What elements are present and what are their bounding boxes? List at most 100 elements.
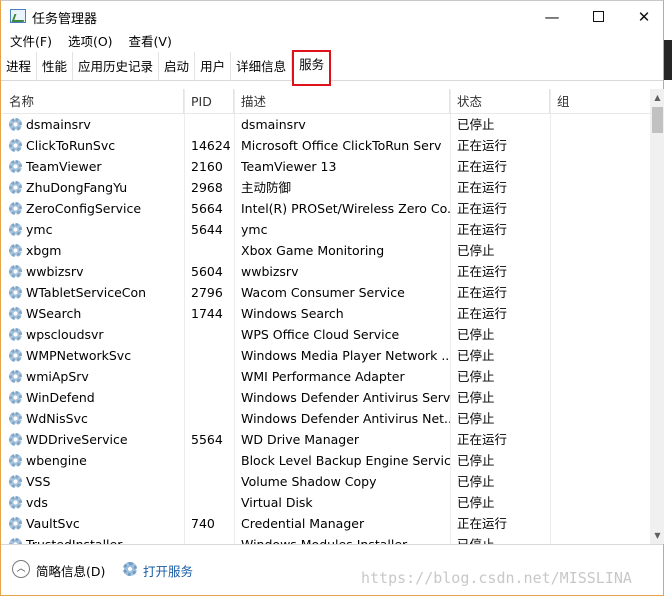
- table-row[interactable]: dsmainsrv dsmainsrv 已停止: [2, 114, 650, 135]
- table-row[interactable]: WSearch 1744 Windows Search 正在运行: [2, 303, 650, 324]
- service-group: [550, 324, 650, 345]
- table-row[interactable]: ymc 5644 ymc 正在运行: [2, 219, 650, 240]
- menu-options[interactable]: 选项(O): [59, 32, 120, 52]
- table-row[interactable]: ZeroConfigService 5664 Intel(R) PROSet/Wir…: [2, 198, 650, 219]
- table-row[interactable]: wpscloudsvr WPS Office Cloud Service 已停止: [2, 324, 650, 345]
- service-description: Credential Manager: [241, 516, 365, 531]
- service-description: Microsoft Office ClickToRun Serv: [241, 138, 442, 153]
- services-table: 名称 PID 描述 状态 组 ⌃ dsmainsrv dsmainsrv 已停止 Cl…: [2, 89, 650, 544]
- service-group: [550, 408, 650, 429]
- service-status: 已停止: [457, 117, 495, 132]
- table-row[interactable]: ClickToRunSvc 14624 Microsoft Office Click…: [2, 135, 650, 156]
- table-row[interactable]: wmiApSrv WMI Performance Adapter 已停止: [2, 366, 650, 387]
- service-name: wmiApSrv: [26, 369, 89, 384]
- table-row[interactable]: WinDefend Windows Defender Antivirus Serv…: [2, 387, 650, 408]
- service-pid: [184, 450, 234, 471]
- service-description: Virtual Disk: [241, 495, 313, 510]
- service-status: 正在运行: [457, 159, 508, 174]
- service-pid: 2160: [191, 159, 223, 174]
- service-group: [550, 282, 650, 303]
- scroll-up-arrow-icon[interactable]: ▲: [650, 89, 665, 106]
- service-status: 已停止: [457, 495, 495, 510]
- service-name: ClickToRunSvc: [26, 138, 116, 153]
- service-status: 正在运行: [457, 432, 508, 447]
- service-description: WD Drive Manager: [241, 432, 360, 447]
- service-name: ymc: [26, 222, 53, 237]
- service-description: wwbizsrv: [241, 264, 299, 279]
- table-row[interactable]: xbgm Xbox Game Monitoring 已停止: [2, 240, 650, 261]
- service-description: ymc: [241, 222, 268, 237]
- scroll-down-arrow-icon[interactable]: ▼: [650, 527, 665, 544]
- tab-app-history[interactable]: 应用历史记录: [73, 52, 160, 81]
- service-pid: 2796: [191, 285, 223, 300]
- service-description: Intel(R) PROSet/Wireless Zero Co...: [241, 201, 450, 216]
- table-row[interactable]: WdNisSvc Windows Defender Antivirus Net..…: [2, 408, 650, 429]
- service-group: [550, 240, 650, 261]
- maximize-button[interactable]: [575, 1, 621, 32]
- service-description: Windows Defender Antivirus Serv: [241, 390, 450, 405]
- service-description: Windows Media Player Network ...: [241, 348, 450, 363]
- table-row[interactable]: WDDriveService 5564 WD Drive Manager 正在运行: [2, 429, 650, 450]
- table-row[interactable]: wwbizsrv 5604 wwbizsrv 正在运行: [2, 261, 650, 282]
- service-group: [550, 513, 650, 534]
- open-services-link[interactable]: 打开服务: [143, 561, 193, 580]
- service-status: 正在运行: [457, 264, 508, 279]
- service-name: wwbizsrv: [26, 264, 84, 279]
- service-pid: [184, 324, 234, 345]
- service-status: 正在运行: [457, 516, 508, 531]
- table-row[interactable]: VSS Volume Shadow Copy 已停止: [2, 471, 650, 492]
- service-status: 已停止: [457, 348, 495, 363]
- vertical-scrollbar[interactable]: ▲ ▼: [650, 89, 665, 544]
- table-row[interactable]: WMPNetworkSvc Windows Media Player Networ…: [2, 345, 650, 366]
- service-name: dsmainsrv: [26, 117, 91, 132]
- service-group: [550, 135, 650, 156]
- service-group: [550, 471, 650, 492]
- chevron-up-circle-icon[interactable]: ︿: [12, 560, 30, 578]
- table-row[interactable]: vds Virtual Disk 已停止: [2, 492, 650, 513]
- close-button[interactable]: ✕: [621, 1, 667, 32]
- minimize-icon: —: [544, 7, 560, 26]
- menu-bar: 文件(F) 选项(O) 查看(V): [1, 32, 663, 52]
- minimize-button[interactable]: —: [529, 1, 575, 32]
- table-row[interactable]: ZhuDongFangYu 2968 主动防御 正在运行: [2, 177, 650, 198]
- service-group: [550, 492, 650, 513]
- tab-startup[interactable]: 启动: [159, 52, 196, 81]
- column-header-pid[interactable]: PID: [184, 89, 234, 114]
- background-dark-block: [664, 40, 672, 80]
- service-status: 已停止: [457, 474, 495, 489]
- table-row[interactable]: wbengine Block Level Backup Engine Servic…: [2, 450, 650, 471]
- table-row[interactable]: WTabletServiceCon 2796 Wacom Consumer Serv…: [2, 282, 650, 303]
- tab-services[interactable]: 服务: [292, 50, 332, 86]
- scrollbar-thumb[interactable]: [652, 107, 663, 133]
- tab-processes[interactable]: 进程: [1, 52, 38, 81]
- service-description: TeamViewer 13: [241, 159, 337, 174]
- fewer-details-link[interactable]: 简略信息(D): [36, 561, 105, 580]
- menu-view[interactable]: 查看(V): [120, 32, 179, 52]
- column-header-name[interactable]: 名称: [2, 89, 184, 114]
- service-status: 正在运行: [457, 306, 508, 321]
- menu-file[interactable]: 文件(F): [1, 32, 59, 52]
- window-title: 任务管理器: [32, 12, 98, 27]
- service-pid: 14624: [191, 138, 231, 153]
- table-row[interactable]: TeamViewer 2160 TeamViewer 13 正在运行: [2, 156, 650, 177]
- column-header-status[interactable]: 状态: [450, 89, 550, 114]
- service-name: ZeroConfigService: [26, 201, 142, 216]
- service-group: [550, 345, 650, 366]
- service-description: WMI Performance Adapter: [241, 369, 405, 384]
- service-name: TrustedInstaller: [2, 534, 184, 544]
- tab-details[interactable]: 详细信息: [231, 52, 293, 81]
- service-name: wbengine: [26, 453, 87, 468]
- task-manager-window: 任务管理器 — ✕ 文件(F) 选项(O) 查看(V) 进程 性能 应用历史记录…: [0, 0, 667, 596]
- background-window-edge: [664, 0, 672, 596]
- service-status: 正在运行: [457, 138, 508, 153]
- service-description: 主动防御: [241, 180, 292, 195]
- service-group: [550, 366, 650, 387]
- table-row[interactable]: TrustedInstaller Windows Modules Installe…: [2, 534, 650, 544]
- tab-performance[interactable]: 性能: [37, 52, 74, 81]
- tab-bar: 进程 性能 应用历史记录 启动 用户 详细信息 服务: [1, 50, 663, 86]
- service-pid: [184, 534, 234, 544]
- service-name: WTabletServiceCon: [26, 285, 147, 300]
- column-header-description[interactable]: 描述: [234, 89, 450, 114]
- tab-users[interactable]: 用户: [195, 52, 232, 81]
- table-row[interactable]: VaultSvc 740 Credential Manager 正在运行: [2, 513, 650, 534]
